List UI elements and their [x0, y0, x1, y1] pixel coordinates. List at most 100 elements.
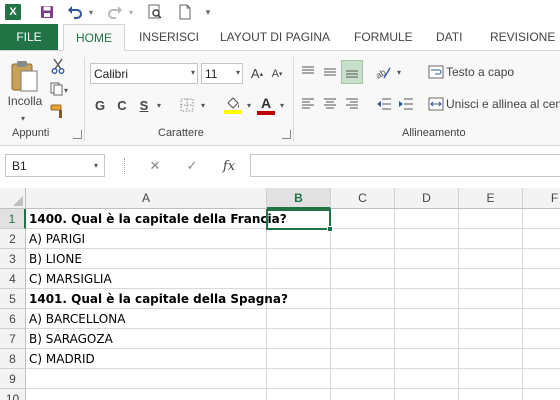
group-label-carattere: Carattere — [158, 127, 204, 139]
column-header-d[interactable]: D — [395, 188, 459, 209]
font-dialog-launcher-icon[interactable] — [282, 130, 291, 139]
paste-dropdown-icon[interactable]: ▾ — [18, 113, 28, 123]
align-bottom-icon[interactable] — [341, 60, 363, 84]
select-all-triangle-icon — [13, 196, 23, 206]
decrease-indent-icon[interactable] — [374, 93, 394, 115]
fill-color-dropdown-icon[interactable]: ▾ — [244, 97, 254, 113]
table-row: B) LIONE — [26, 249, 560, 269]
tab-layout-di-pagina[interactable]: LAYOUT DI PAGINA — [220, 24, 330, 50]
active-cell-b1[interactable] — [266, 209, 333, 232]
name-box[interactable]: B1 ▾ — [5, 154, 105, 177]
table-row — [26, 389, 560, 400]
column-header-a[interactable]: A — [26, 188, 267, 209]
fill-handle[interactable] — [327, 226, 333, 232]
table-row: B) SARAGOZA — [26, 329, 560, 349]
row-header[interactable]: 5 — [0, 289, 26, 309]
row-header[interactable]: 8 — [0, 349, 26, 369]
cancel-icon[interactable]: ✕ — [145, 157, 165, 175]
enter-icon[interactable]: ✓ — [182, 157, 202, 175]
row-header[interactable]: 4 — [0, 269, 26, 289]
merge-center-icon[interactable] — [426, 93, 446, 115]
customize-toolbar-icon[interactable]: ▾ — [202, 2, 214, 22]
tab-file[interactable]: FILE — [0, 24, 58, 50]
ribbon-home: Incolla ▾ ▾ Appunti Calibri ▾ 11 ▾ A ▴ A ▾ G… — [0, 50, 560, 146]
orientation-icon[interactable]: ab — [372, 61, 394, 83]
wrap-text-icon[interactable] — [426, 61, 446, 83]
column-header-c[interactable]: C — [331, 188, 395, 209]
align-middle-icon[interactable] — [320, 61, 340, 83]
cell-a2[interactable]: A) PARIGI — [29, 229, 85, 249]
cut-icon[interactable] — [48, 56, 68, 76]
cell-a5[interactable]: 1401. Qual è la capitale della Spagna? — [29, 289, 288, 309]
format-painter-icon[interactable] — [48, 101, 68, 121]
row-header[interactable]: 3 — [0, 249, 26, 269]
save-icon[interactable] — [38, 2, 56, 22]
cell-a1[interactable]: 1400. Qual è la capitale della Francia? — [29, 209, 287, 229]
borders-dropdown-icon[interactable]: ▾ — [198, 97, 208, 113]
clipboard-dialog-launcher-icon[interactable] — [73, 130, 82, 139]
svg-text:ab: ab — [374, 67, 388, 80]
cell-a8[interactable]: C) MADRID — [29, 349, 95, 369]
table-row: A) BARCELLONA — [26, 309, 560, 329]
copy-icon[interactable]: ▾ — [48, 79, 72, 99]
orientation-dropdown-icon[interactable]: ▾ — [394, 65, 404, 79]
print-preview-icon[interactable] — [146, 2, 164, 22]
align-top-icon[interactable] — [298, 61, 318, 83]
select-all-button[interactable] — [0, 188, 26, 209]
cell-a7[interactable]: B) SARAGOZA — [29, 329, 113, 349]
font-size-select[interactable]: 11 ▾ — [201, 63, 243, 84]
group-label-appunti: Appunti — [12, 127, 50, 139]
redo-icon[interactable] — [106, 2, 124, 22]
font-family-select[interactable]: Calibri ▾ — [90, 63, 198, 84]
undo-dropdown-icon[interactable]: ▾ — [86, 2, 96, 22]
fill-color-icon[interactable] — [222, 93, 244, 117]
undo-icon[interactable] — [66, 2, 84, 22]
tab-revisione[interactable]: REVISIONE — [490, 24, 555, 50]
row-header[interactable]: 9 — [0, 369, 26, 389]
italic-button[interactable]: C — [114, 95, 130, 115]
formula-bar: B1 ▾ ✕ ✓ fx — [0, 146, 560, 186]
wrap-text-button[interactable]: Testo a capo — [446, 61, 514, 83]
table-row — [26, 369, 560, 389]
tab-home[interactable]: HOME — [63, 24, 125, 51]
paste-button[interactable]: Incolla — [4, 93, 46, 109]
font-color-dropdown-icon[interactable]: ▾ — [277, 97, 287, 113]
row-header[interactable]: 10 — [0, 389, 26, 400]
tab-dati[interactable]: DATI — [436, 24, 462, 50]
row-header[interactable]: 6 — [0, 309, 26, 329]
ribbon-tabs: FILE HOME INSERISCI LAYOUT DI PAGINA FOR… — [0, 24, 560, 51]
column-header-e[interactable]: E — [459, 188, 523, 209]
cell-a6[interactable]: A) BARCELLONA — [29, 309, 125, 329]
column-header-b[interactable]: B — [267, 188, 331, 209]
insert-function-icon[interactable]: fx — [218, 157, 240, 175]
table-row: C) MADRID — [26, 349, 560, 369]
align-center-icon[interactable] — [320, 93, 340, 115]
shrink-font-button[interactable]: A ▾ — [268, 63, 286, 84]
cell-a3[interactable]: B) LIONE — [29, 249, 82, 269]
redo-dropdown-icon[interactable]: ▾ — [126, 2, 136, 22]
excel-logo-icon: X — [4, 2, 22, 22]
increase-indent-icon[interactable] — [396, 93, 416, 115]
underline-button[interactable]: S — [136, 95, 152, 115]
tab-formule[interactable]: FORMULE — [354, 24, 413, 50]
paste-icon[interactable] — [6, 57, 42, 97]
font-color-icon[interactable]: A — [256, 93, 276, 117]
row-header[interactable]: 7 — [0, 329, 26, 349]
align-right-icon[interactable] — [342, 93, 362, 115]
borders-icon[interactable] — [178, 95, 196, 115]
underline-dropdown-icon[interactable]: ▾ — [154, 97, 164, 113]
table-row: C) MARSIGLIA — [26, 269, 560, 289]
column-header-f[interactable]: F — [523, 188, 560, 209]
grow-font-button[interactable]: A ▴ — [248, 63, 266, 84]
bold-button[interactable]: G — [92, 95, 108, 115]
align-left-icon[interactable] — [298, 93, 318, 115]
row-header[interactable]: 1 — [0, 209, 26, 229]
row-header[interactable]: 2 — [0, 229, 26, 249]
chevron-down-icon: ▾ — [190, 68, 195, 77]
formula-input[interactable] — [250, 154, 560, 177]
merge-center-button[interactable]: Unisci e allinea al centro — [446, 93, 560, 115]
tab-inserisci[interactable]: INSERISCI — [139, 24, 199, 50]
new-document-icon[interactable] — [176, 2, 194, 22]
cell-a4[interactable]: C) MARSIGLIA — [29, 269, 112, 289]
formula-bar-grip[interactable] — [124, 158, 128, 174]
